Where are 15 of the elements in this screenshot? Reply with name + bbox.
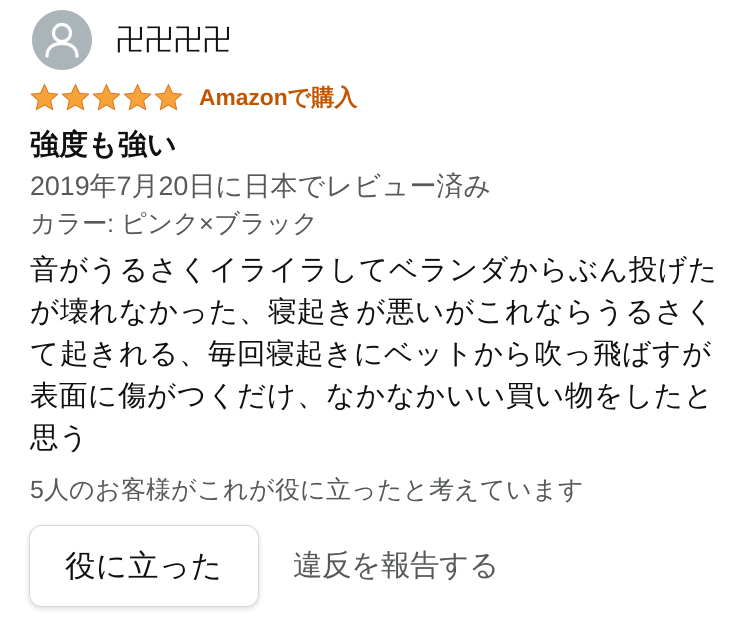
star-icon (30, 82, 59, 112)
avatar-icon (32, 10, 92, 70)
star-icon (123, 82, 152, 112)
report-abuse-link[interactable]: 違反を報告する (293, 546, 499, 586)
verified-purchase-label: Amazonで購入 (199, 83, 358, 111)
helpful-count: 5人のお客様がこれが役に立ったと考えています (30, 475, 585, 506)
review-text: 音がうるさくイライラしてベランダからぶん投げたが壊れなかった、寝起きが悪いがこれならうるさくて起きれる、毎回寝起きにベットから吹っ飛ばすが表面に傷がつくだけ、なかなかいい買い物をしたと思う (30, 253, 719, 456)
product-variant: カラー: ピンク×ブラック (30, 209, 319, 240)
review-date: 2019年7月20日に日本でレビュー済み (30, 170, 492, 203)
star-icon (92, 82, 121, 112)
star-icon (154, 82, 183, 112)
helpful-button[interactable]: 役に立った (29, 525, 259, 607)
reviewer-name: 卍卍卍卍 (116, 23, 232, 58)
review-title: 強度も強い (30, 128, 178, 163)
star-icon (61, 82, 90, 112)
